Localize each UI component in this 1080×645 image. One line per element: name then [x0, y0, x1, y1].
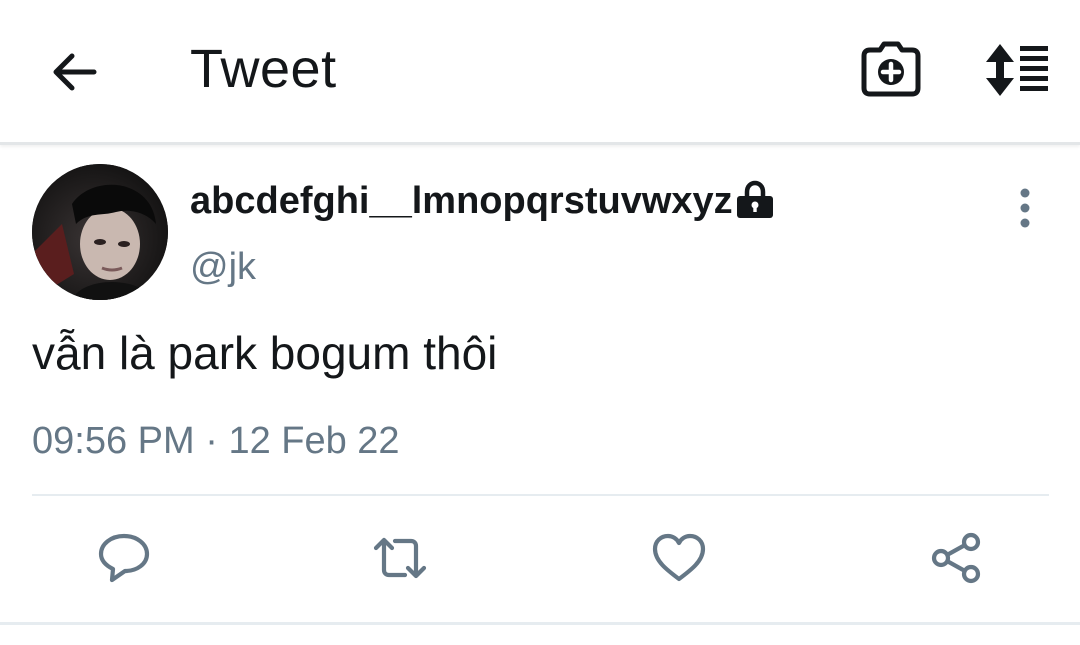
lock-icon: [735, 180, 775, 220]
arrow-left-icon: [53, 53, 97, 91]
divider: [32, 494, 1049, 496]
avatar[interactable]: [32, 164, 168, 300]
meta-separator: ·: [205, 420, 218, 462]
tweet-text: vẫn là park bogum thôi: [32, 327, 498, 379]
sort-button[interactable]: [980, 40, 1052, 100]
share-icon: [931, 532, 981, 584]
more-options-button[interactable]: [1005, 185, 1045, 231]
tweet-time: 09:56 PM: [32, 420, 195, 462]
more-vertical-icon: [1020, 188, 1030, 228]
retweet-button[interactable]: [372, 530, 428, 586]
tweet-timestamp: 09:56 PM · 12 Feb 22: [32, 420, 400, 463]
tweet-detail-screen: Tweet abcdefghi__lmnopqrstuvwxyz @jk vẫn…: [0, 0, 1080, 645]
user-handle[interactable]: @jk: [190, 246, 256, 289]
reply-icon: [98, 533, 150, 583]
camera-button[interactable]: [860, 40, 922, 100]
sort-list-icon: [986, 44, 1048, 96]
share-button[interactable]: [928, 530, 984, 586]
like-button[interactable]: [651, 530, 707, 586]
camera-plus-icon: [861, 41, 921, 97]
back-button[interactable]: [44, 44, 100, 100]
page-title: Tweet: [190, 39, 337, 99]
avatar-image: [32, 164, 168, 300]
reply-button[interactable]: [96, 530, 152, 586]
tweet-date: 12 Feb 22: [228, 420, 400, 462]
divider: [0, 622, 1080, 625]
like-icon: [652, 533, 706, 582]
top-bar: Tweet: [0, 0, 1080, 145]
retweet-icon: [373, 537, 427, 579]
display-name[interactable]: abcdefghi__lmnopqrstuvwxyz: [190, 180, 733, 223]
